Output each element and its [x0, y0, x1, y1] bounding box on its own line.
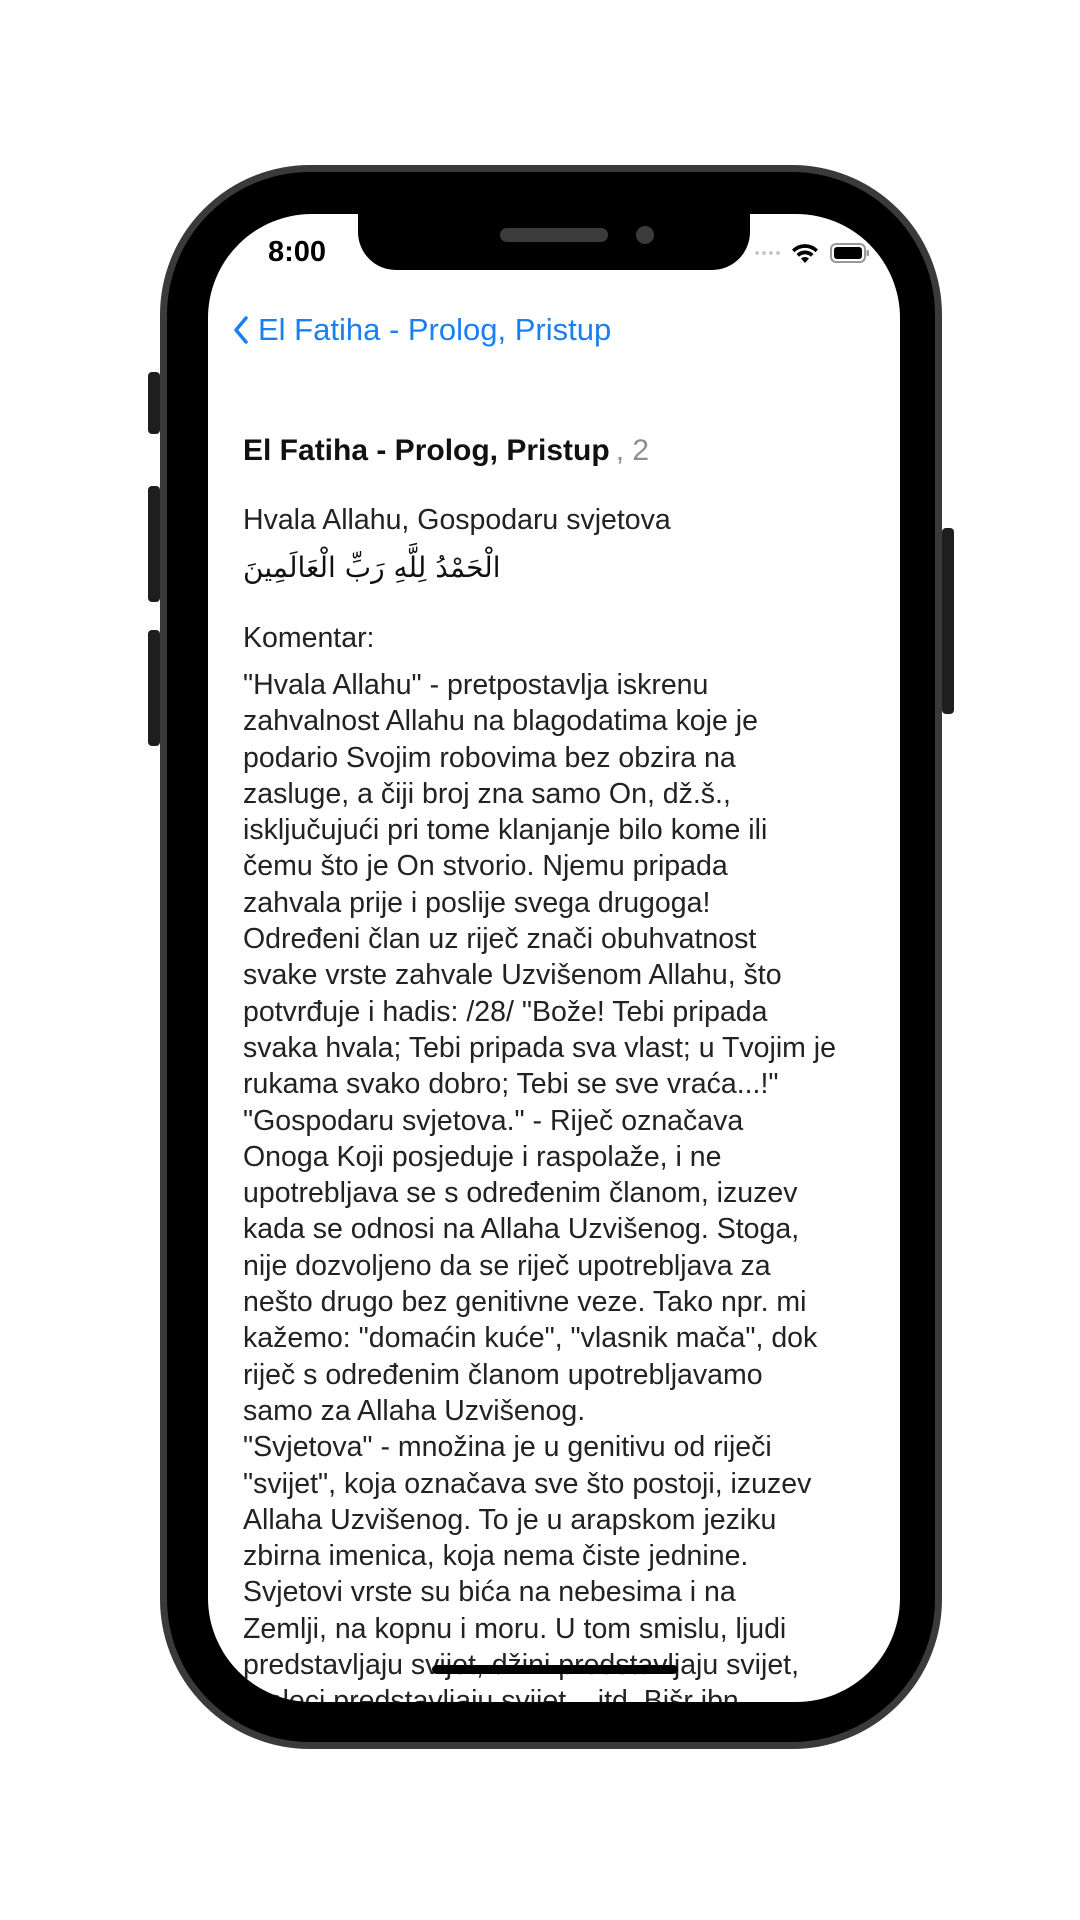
- verse-arabic: الْحَمْدُ لِلَّهِ رَبِّ الْعَالَمِينَ: [243, 551, 501, 584]
- verse-translation: Hvala Allahu, Gospodaru svjetova: [243, 504, 671, 536]
- back-button-label: El Fatiha - Prolog, Pristup: [258, 312, 612, 347]
- verse-content: El Fatiha - Prolog, Pristup, 2 Hvala All…: [243, 434, 880, 1702]
- mute-switch: [148, 372, 160, 434]
- home-indicator[interactable]: [432, 1665, 678, 1674]
- back-button[interactable]: El Fatiha - Prolog, Pristup: [232, 308, 611, 352]
- status-icons: [755, 238, 870, 268]
- volume-down-button: [148, 630, 160, 746]
- chevron-left-icon: [234, 316, 248, 344]
- power-button: [942, 528, 954, 714]
- notch: [358, 214, 750, 270]
- front-camera: [636, 226, 654, 244]
- verse-title-text: El Fatiha - Prolog, Pristup: [243, 434, 610, 467]
- signal-icon: [755, 251, 780, 255]
- status-time: 8:00: [268, 236, 327, 268]
- verse-title: El Fatiha - Prolog, Pristup, 2: [243, 434, 880, 468]
- screen: 8:00 El Fatiha - Prolog, Pristup El Fati…: [208, 214, 900, 1702]
- wifi-icon: [792, 244, 818, 263]
- volume-up-button: [148, 486, 160, 602]
- speaker-grille: [500, 228, 608, 242]
- commentary-label: Komentar:: [243, 622, 375, 654]
- verse-number: , 2: [615, 434, 650, 467]
- battery-icon: [830, 243, 869, 263]
- commentary-text: "Hvala Allahu" - pretpostavlja iskrenu z…: [243, 669, 836, 1702]
